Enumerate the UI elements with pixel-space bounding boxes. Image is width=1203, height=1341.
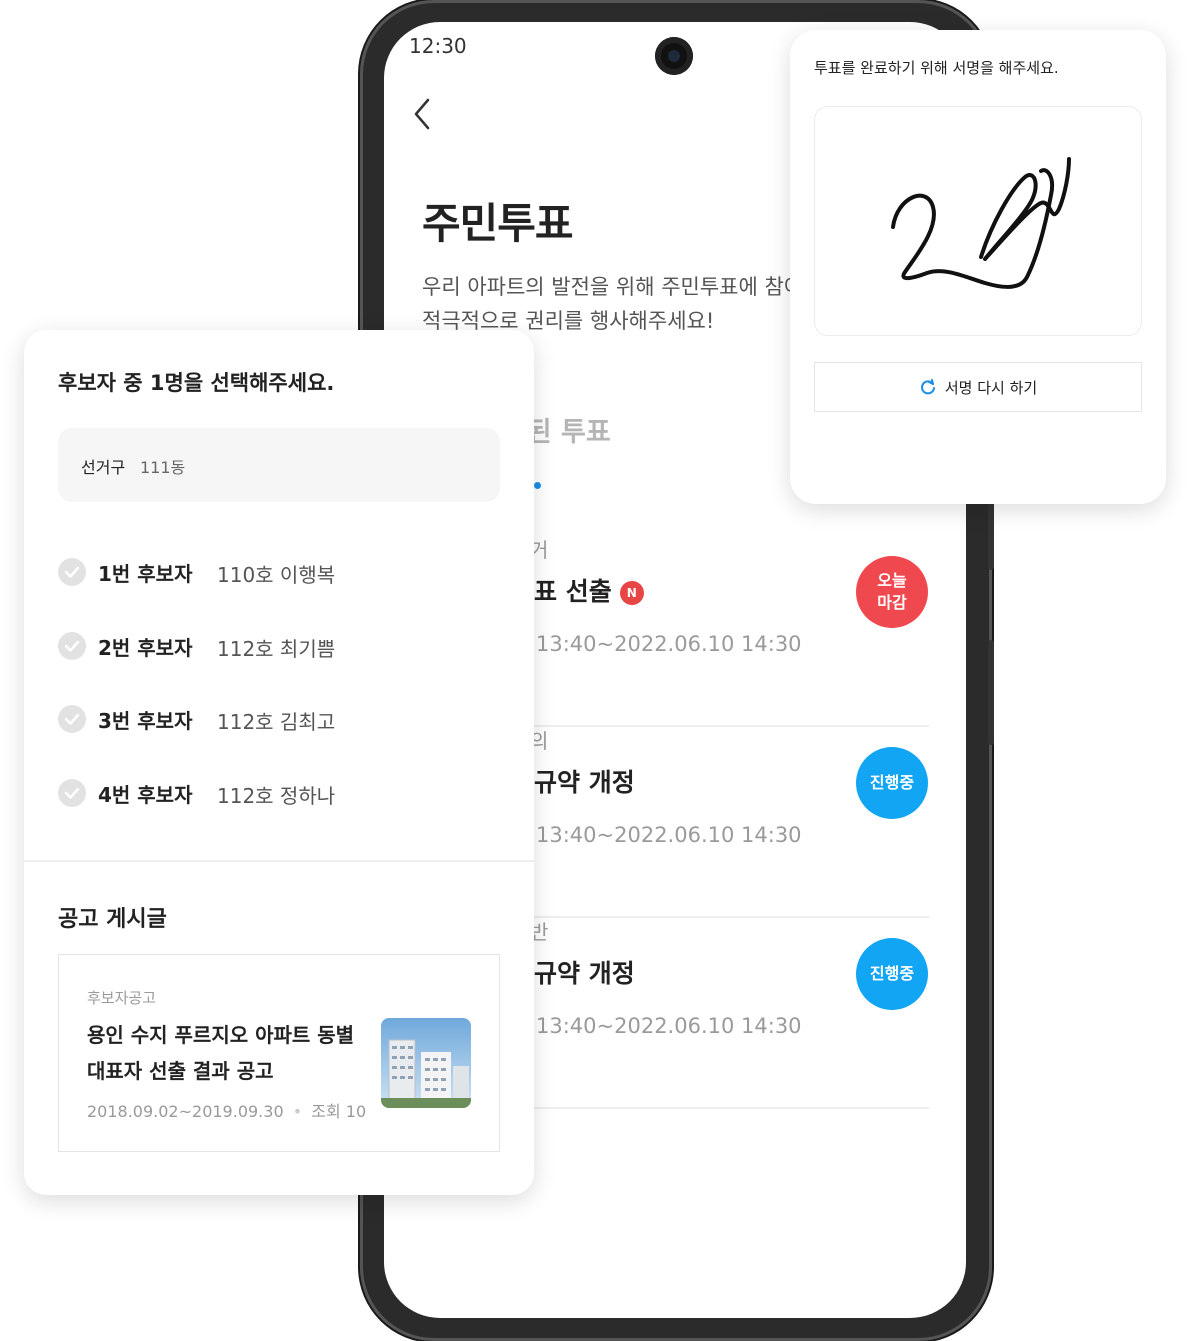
check-circle-icon: [58, 558, 86, 586]
back-arrow-icon[interactable]: [410, 94, 440, 134]
status-badge: 오늘 마감: [856, 556, 928, 628]
district-box: 선거구 111동: [58, 428, 500, 502]
page-title: 주민투표: [422, 199, 574, 248]
notice-period: 2018.09.02~2019.09.30: [87, 1102, 284, 1121]
candidate-number: 1번 후보자: [98, 562, 193, 586]
signature-prompt: 투표를 완료하기 위해 서명을 해주세요.: [814, 59, 1059, 77]
phone-volume-button: [988, 640, 994, 745]
signature-card: 투표를 완료하기 위해 서명을 해주세요. 서명 다시 하기: [790, 30, 1166, 504]
refresh-icon: [920, 379, 935, 395]
vote-date: 13:40~2022.06.10 14:30: [536, 632, 802, 656]
retry-signature-label: 서명 다시 하기: [944, 378, 1038, 397]
district-label: 선거구: [81, 458, 126, 477]
vote-title-text: 표 선출: [534, 577, 612, 606]
notice-meta: 2018.09.02~2019.09.30 • 조회 10: [87, 1098, 366, 1122]
vote-title: 규약 개정: [534, 959, 635, 988]
check-circle-icon: [58, 632, 86, 660]
phone-side-button: [988, 500, 994, 570]
candidate-name: 112호 정하나: [217, 784, 336, 808]
meta-separator: •: [292, 1102, 303, 1121]
check-circle-icon: [58, 705, 86, 733]
status-time: 12:30: [409, 34, 467, 58]
notice-title: 용인 수지 푸르지오 아파트 동별 대표자 선출 결과 공고: [87, 1023, 355, 1083]
new-badge: N: [619, 581, 644, 605]
notice-post[interactable]: 후보자공고 용인 수지 푸르지오 아파트 동별 대표자 선출 결과 공고 201…: [58, 954, 500, 1152]
candidate-name: 112호 김최고: [217, 710, 336, 734]
candidate-name: 112호 최기쁨: [217, 637, 336, 661]
apartment-thumbnail: [381, 1018, 471, 1108]
candidate-number: 4번 후보자: [98, 783, 193, 807]
active-tab-indicator: [534, 482, 541, 489]
check-circle-icon: [58, 779, 86, 807]
signature-pad[interactable]: [814, 106, 1142, 336]
status-badge: 진행중: [856, 938, 928, 1010]
notice-heading: 공고 게시글: [58, 907, 167, 932]
district-value: 111동: [140, 458, 186, 477]
candidate-option[interactable]: 4번 후보자 112호 정하나: [58, 773, 498, 813]
status-badge: 진행중: [856, 747, 928, 819]
apartment-building-image: [381, 1018, 471, 1108]
vote-title: 표 선출 N: [534, 572, 644, 608]
candidate-card: 후보자 중 1명을 선택해주세요. 선거구 111동 1번 후보자 110호 이…: [24, 330, 534, 1195]
notice-category: 후보자공고: [87, 989, 157, 1007]
section-divider: [24, 860, 534, 862]
vote-title: 규약 개정: [534, 768, 635, 797]
retry-signature-button[interactable]: 서명 다시 하기: [814, 362, 1142, 412]
vote-date: 13:40~2022.06.10 14:30: [536, 823, 802, 847]
candidate-number: 3번 후보자: [98, 709, 193, 733]
handwritten-signature: [891, 157, 1071, 289]
candidate-option[interactable]: 2번 후보자 112호 최기쁨: [58, 626, 498, 666]
candidate-name: 110호 이행복: [217, 563, 336, 587]
candidate-prompt: 후보자 중 1명을 선택해주세요.: [58, 371, 335, 395]
notice-views: 조회 10: [311, 1102, 367, 1121]
front-camera: [655, 37, 693, 75]
candidate-option[interactable]: 3번 후보자 112호 김최고: [58, 699, 498, 739]
candidate-number: 2번 후보자: [98, 636, 193, 660]
candidate-option[interactable]: 1번 후보자 110호 이행복: [58, 552, 498, 592]
vote-date: 13:40~2022.06.10 14:30: [536, 1014, 802, 1038]
